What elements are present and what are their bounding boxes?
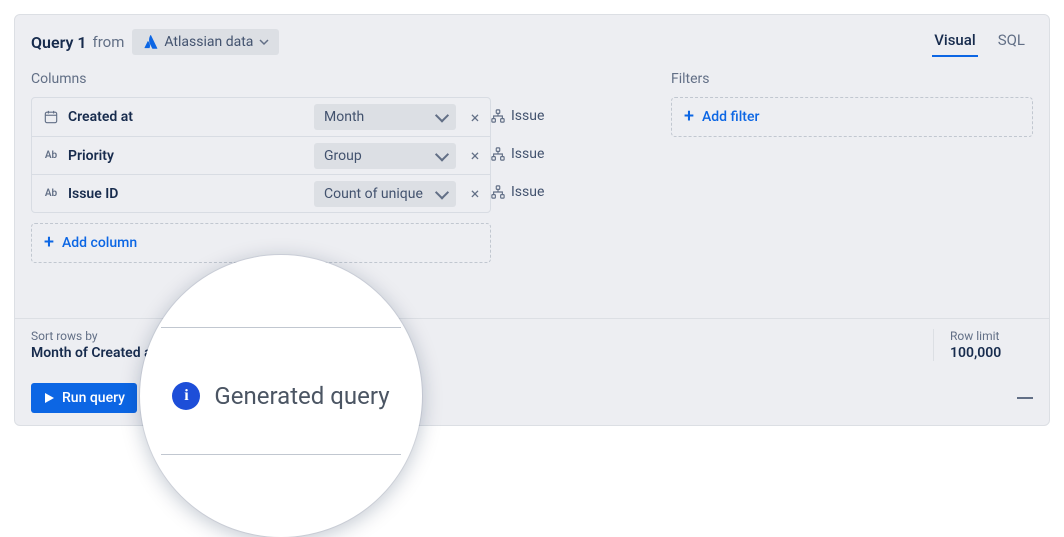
columns-list: Created at Month × Ab Priority Group × A… [31, 97, 491, 213]
add-column-label: Add column [62, 235, 137, 251]
add-filter-label: Add filter [702, 109, 759, 125]
divider [161, 454, 401, 455]
source-label: Issue [511, 184, 544, 200]
aggregation-select[interactable]: Month [314, 104, 456, 130]
filters-section: Filters + Add filter [661, 71, 1033, 318]
from-label: from [93, 33, 125, 51]
data-source-name: Atlassian data [164, 34, 253, 50]
column-row: Created at Month × [32, 98, 490, 136]
remove-column-button[interactable]: × [466, 108, 484, 126]
plus-icon: + [684, 108, 694, 126]
text-type-icon: Ab [42, 188, 60, 199]
column-source-link[interactable]: Issue [491, 135, 661, 173]
chevron-down-icon [259, 37, 269, 47]
run-query-button[interactable]: Run query [31, 383, 137, 413]
aggregation-select[interactable]: Group [314, 143, 456, 169]
magnifier-overlay: i Generated query [140, 255, 422, 537]
add-filter-button[interactable]: + Add filter [671, 97, 1033, 137]
limit-label: Row limit [950, 329, 1033, 343]
hierarchy-icon [491, 147, 505, 161]
view-mode-tabs: Visual SQL [932, 27, 1033, 57]
column-source-link[interactable]: Issue [491, 97, 661, 135]
hierarchy-icon [491, 185, 505, 199]
column-sources: Issue Issue Issue [491, 71, 661, 318]
play-icon [43, 392, 55, 404]
divider [161, 327, 401, 328]
limit-value: 100,000 [950, 345, 1033, 361]
column-name: Created at [68, 109, 314, 125]
column-row: Ab Priority Group × [32, 136, 490, 174]
column-source-link[interactable]: Issue [491, 173, 661, 211]
calendar-icon [42, 110, 60, 124]
columns-section-label: Columns [31, 71, 491, 87]
run-query-label: Run query [62, 390, 125, 406]
query-title: Query 1 [31, 33, 87, 52]
aggregation-select[interactable]: Count of unique [314, 181, 456, 207]
tab-sql[interactable]: SQL [996, 27, 1027, 57]
remove-column-button[interactable]: × [466, 185, 484, 203]
column-name: Issue ID [68, 186, 314, 202]
info-icon: i [172, 382, 200, 410]
generated-query-label[interactable]: Generated query [214, 382, 389, 410]
text-type-icon: Ab [42, 150, 60, 161]
remove-column-button[interactable]: × [466, 147, 484, 165]
plus-icon: + [44, 234, 54, 252]
panel-header: Query 1 from Atlassian data Visual SQL [15, 15, 1049, 71]
data-source-selector[interactable]: Atlassian data [132, 29, 279, 55]
source-label: Issue [511, 146, 544, 162]
column-name: Priority [68, 148, 314, 164]
column-row: Ab Issue ID Count of unique × [32, 174, 490, 212]
hierarchy-icon [491, 109, 505, 123]
collapse-button[interactable] [1017, 397, 1033, 399]
filters-section-label: Filters [671, 71, 1033, 87]
atlassian-icon [142, 34, 158, 50]
source-label: Issue [511, 108, 544, 124]
row-limit-cell[interactable]: Row limit 100,000 [933, 329, 1033, 361]
tab-visual[interactable]: Visual [932, 27, 977, 57]
